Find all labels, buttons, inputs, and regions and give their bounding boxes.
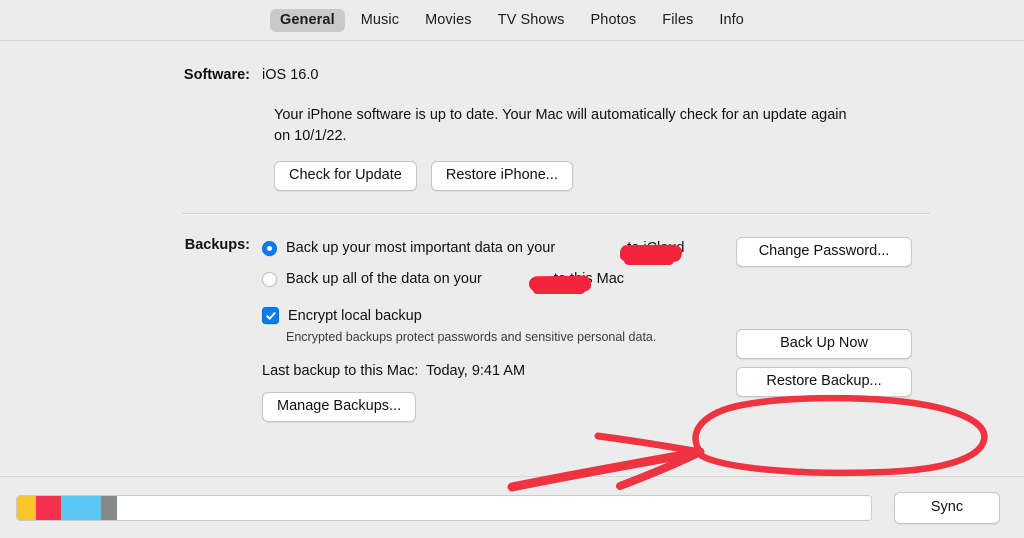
back-up-now-button[interactable]: Back Up Now (736, 329, 912, 359)
radio-mac-icon[interactable] (262, 271, 277, 287)
tab-bar: General Music Movies TV Shows Photos Fil… (0, 0, 1024, 41)
capacity-segment-other (100, 495, 117, 520)
backups-section: Backups: Back up your most important dat… (0, 237, 1024, 422)
capacity-segment-photos (35, 495, 62, 520)
backup-option-mac-label: Back up all of the data on your to this … (286, 271, 624, 287)
tab-files[interactable]: Files (652, 9, 703, 32)
encrypt-note: Encrypted backups protect passwords and … (286, 330, 657, 344)
capacity-segment-documents-data (17, 495, 36, 520)
capacity-segment-media (61, 495, 101, 520)
restore-backup-button[interactable]: Restore Backup... (736, 367, 912, 397)
annotation-arrow-stroke-upper (594, 432, 704, 456)
sync-button[interactable]: Sync (894, 491, 1000, 524)
backup-option-mac[interactable]: Back up all of the data on your to this … (262, 268, 684, 290)
backups-body: Back up your most important data on your… (262, 237, 912, 422)
general-pane: Software: iOS 16.0 Your iPhone software … (0, 67, 1024, 422)
tab-photos[interactable]: Photos (581, 9, 647, 32)
encrypt-local-backup-label: Encrypt local backup (288, 307, 422, 324)
software-label: Software: (183, 67, 250, 83)
encrypt-local-backup-row[interactable]: Encrypt local backup (262, 307, 684, 324)
backup-option-mac-suffix: to this Mac (553, 271, 625, 287)
software-description: Your iPhone software is up to date. Your… (274, 107, 847, 144)
backup-option-mac-prefix: Back up all of the data on your (286, 271, 482, 287)
manage-backups-button[interactable]: Manage Backups... (262, 392, 417, 422)
backup-option-icloud-label: Back up your most important data on your… (286, 240, 684, 256)
last-backup-label: Last backup to this Mac: (262, 363, 419, 379)
change-password-button[interactable]: Change Password... (736, 237, 912, 267)
tab-tv-shows[interactable]: TV Shows (488, 9, 575, 32)
bottom-bar: Sync (0, 476, 1024, 538)
backup-option-icloud-suffix: to iCloud (627, 240, 685, 256)
last-backup-value: Today, 9:41 AM (426, 363, 526, 379)
software-version-value: iOS 16.0 (262, 67, 319, 83)
section-divider (182, 213, 930, 215)
tab-info[interactable]: Info (709, 9, 754, 32)
tab-movies[interactable]: Movies (415, 9, 482, 32)
tab-music[interactable]: Music (351, 9, 409, 32)
backup-option-icloud-prefix: Back up your most important data on your (286, 240, 556, 256)
backups-label: Backups: (184, 237, 250, 253)
backup-option-icloud[interactable]: Back up your most important data on your… (262, 237, 684, 259)
check-for-update-button[interactable]: Check for Update (274, 161, 417, 191)
radio-icloud-icon[interactable] (262, 240, 277, 256)
capacity-segment-free-space (116, 495, 871, 520)
restore-iphone-button[interactable]: Restore iPhone... (430, 161, 573, 191)
software-section: Software: iOS 16.0 (0, 67, 1024, 83)
capacity-bar[interactable] (16, 494, 872, 521)
manage-backups-row: Manage Backups... (262, 392, 684, 422)
tab-general[interactable]: General (270, 8, 345, 32)
checkbox-checked-icon[interactable] (262, 307, 279, 324)
software-button-row: Check for Update Restore iPhone... (274, 161, 1024, 191)
last-backup-row: Last backup to this Mac: Today, 9:41 AM (262, 363, 684, 379)
